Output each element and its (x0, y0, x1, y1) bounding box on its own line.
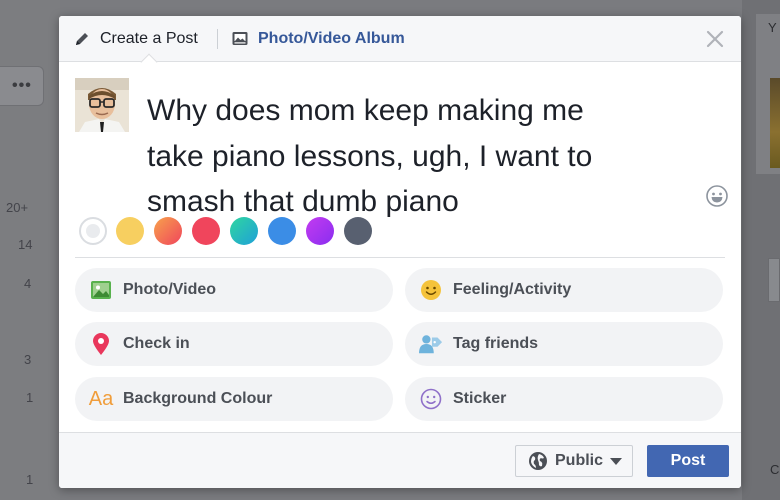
smiley-icon (419, 278, 443, 302)
tab-divider (217, 29, 218, 49)
background-more-button: ••• (0, 66, 44, 106)
tag-friends-button[interactable]: Tag friends (405, 322, 723, 366)
background-colour-button[interactable]: Aa Background Colour (75, 377, 393, 421)
audience-label: Public (555, 452, 604, 469)
chevron-down-icon (610, 457, 623, 465)
sticker-button[interactable]: Sticker (405, 377, 723, 421)
divider (75, 257, 725, 258)
color-swatch-dark-gray[interactable] (344, 217, 372, 245)
check-in-button[interactable]: Check in (75, 322, 393, 366)
background-count: 1 (26, 390, 34, 405)
selected-dot (86, 224, 100, 238)
post-text-input[interactable]: Why does mom keep making me take piano l… (147, 88, 647, 225)
globe-icon (529, 452, 547, 470)
feeling-activity-label: Feeling/Activity (453, 281, 572, 298)
color-swatch-teal-gradient[interactable] (230, 217, 258, 245)
background-count: 1 (26, 472, 34, 487)
tab-create-post[interactable]: Create a Post (73, 16, 198, 62)
post-button[interactable]: Post (647, 445, 729, 477)
check-in-label: Check in (123, 335, 190, 352)
color-swatch-yellow[interactable] (116, 217, 144, 245)
background-right-box (768, 258, 780, 302)
audience-selector[interactable]: Public (515, 445, 633, 477)
color-swatch-orange-gradient[interactable] (154, 217, 182, 245)
text-aa-icon: Aa (88, 387, 114, 410)
tag-friends-icon (419, 332, 443, 356)
pencil-icon (76, 33, 88, 45)
feeling-activity-button[interactable]: Feeling/Activity (405, 268, 723, 312)
photo-video-label: Photo/Video (123, 281, 217, 298)
background-letter: C (770, 462, 780, 477)
tab-photo-video-album-label: Photo/Video Album (258, 30, 405, 47)
post-composer: Why does mom keep making me take piano l… (59, 62, 741, 234)
color-swatch-purple-gradient[interactable] (306, 217, 334, 245)
sticker-icon (419, 387, 443, 411)
avatar (75, 78, 129, 132)
emoji-icon[interactable] (705, 184, 729, 208)
background-count: 14 (18, 237, 33, 252)
background-count: 4 (24, 276, 32, 291)
background-right-photo (770, 78, 780, 168)
dialog-footer: Public Post (59, 432, 741, 488)
sticker-label: Sticker (453, 390, 507, 407)
more-dots: ••• (12, 77, 32, 94)
background-colour-label: Background Colour (123, 390, 273, 407)
color-swatch-blue[interactable] (268, 217, 296, 245)
post-text-line: Why does mom keep making me (147, 94, 584, 127)
tab-create-post-label: Create a Post (100, 30, 198, 47)
background-color-picker (59, 215, 741, 249)
photo-icon (89, 278, 113, 302)
close-icon[interactable] (703, 27, 727, 51)
tag-friends-label: Tag friends (453, 335, 539, 352)
photo-album-icon (232, 32, 248, 45)
background-letter: Y (768, 20, 777, 35)
tab-photo-video-album[interactable]: Photo/Video Album (231, 16, 405, 62)
dialog-header: Create a Post Photo/Video Album (59, 16, 741, 62)
create-post-dialog: Create a Post Photo/Video Album Why does… (59, 16, 741, 488)
background-count: 20+ (6, 200, 29, 215)
photo-video-button[interactable]: Photo/Video (75, 268, 393, 312)
background-count: 3 (24, 352, 32, 367)
post-button-label: Post (670, 452, 706, 469)
post-text-line: take piano lessons, ugh, I want to (147, 139, 593, 173)
color-swatch-red[interactable] (192, 217, 220, 245)
color-swatch-white[interactable] (79, 217, 107, 245)
location-pin-icon (89, 332, 113, 356)
